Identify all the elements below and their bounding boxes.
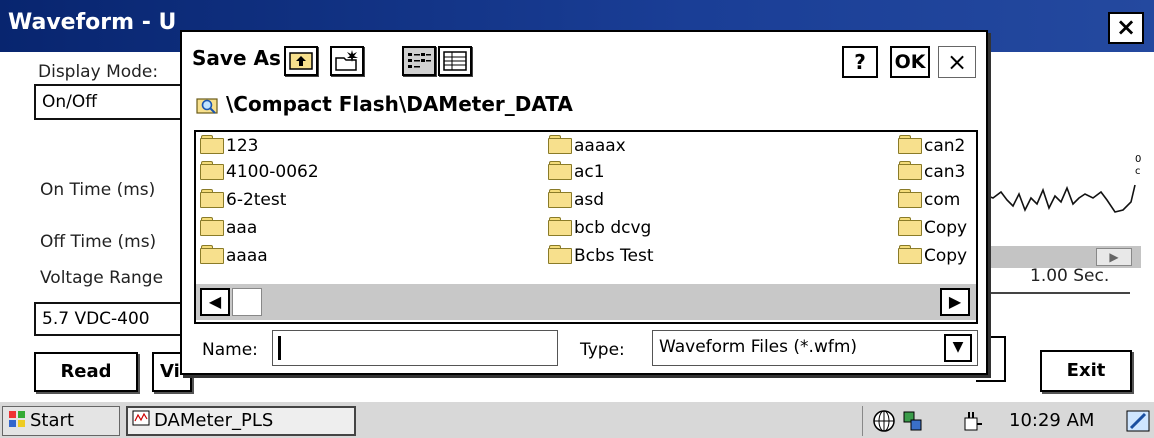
svg-text:c: c <box>1135 166 1141 177</box>
details-view-button[interactable] <box>438 46 472 76</box>
list-item[interactable]: 123 <box>200 134 258 158</box>
list-item[interactable]: com <box>898 188 960 212</box>
list-item[interactable]: aaaa <box>200 244 268 268</box>
folder-icon <box>200 135 224 154</box>
windows-logo-icon <box>9 411 25 427</box>
voltage-range-label: Voltage Range <box>40 268 164 288</box>
on-time-label: On Time (ms) <box>40 180 156 200</box>
scroll-thumb[interactable] <box>232 288 262 316</box>
chevron-down-icon[interactable]: ▼ <box>944 334 972 362</box>
up-folder-icon <box>289 52 313 70</box>
clock: 10:29 AM <box>1009 410 1095 431</box>
display-mode-select[interactable]: On/Off <box>34 84 194 120</box>
voltage-range-select[interactable]: 5.7 VDC-400 <box>34 302 194 336</box>
folder-icon <box>548 161 572 180</box>
exit-button[interactable]: Exit <box>1040 350 1132 392</box>
list-item[interactable]: ac1 <box>548 160 605 184</box>
off-time-label: Off Time (ms) <box>40 232 157 252</box>
folder-icon <box>200 161 224 180</box>
file-type-select[interactable]: Waveform Files (*.wfm) <box>652 330 978 366</box>
folder-icon <box>200 217 224 236</box>
folder-icon <box>898 217 922 236</box>
waveform-plot: 0 c <box>985 154 1141 213</box>
main-close-button[interactable]: × <box>1108 12 1144 44</box>
folder-icon <box>200 189 224 208</box>
timebase-scroll-right-button[interactable]: ▶ <box>1096 248 1132 266</box>
dialog-close-button[interactable]: × <box>938 46 976 78</box>
folder-icon <box>548 189 572 208</box>
scroll-right-button[interactable]: ▶ <box>940 288 970 316</box>
scroll-left-button[interactable]: ◀ <box>200 288 230 316</box>
read-button[interactable]: Read <box>34 352 138 392</box>
list-item[interactable]: bcb dcvg <box>548 216 651 240</box>
system-tray: 10:29 AM <box>862 406 1152 436</box>
list-item[interactable]: Copy <box>898 244 967 268</box>
folder-icon <box>548 245 572 264</box>
start-button[interactable]: Start <box>2 406 120 436</box>
name-label: Name: <box>202 340 258 360</box>
svg-text:0: 0 <box>1135 154 1141 165</box>
taskbar-app-label: DAMeter_PLS <box>154 410 274 431</box>
folder-icon <box>898 189 922 208</box>
desktop-icon[interactable] <box>1125 408 1151 434</box>
list-view-button[interactable] <box>402 46 436 76</box>
file-name-input[interactable] <box>272 330 558 366</box>
folder-icon <box>898 135 922 154</box>
list-item[interactable]: asd <box>548 188 604 212</box>
list-item[interactable]: can3 <box>898 160 965 184</box>
list-item[interactable]: 4100-0062 <box>200 160 319 184</box>
network-icon[interactable] <box>871 408 897 434</box>
horizontal-scrollbar[interactable]: ◀ ▶ <box>196 284 976 320</box>
save-as-dialog: Save As ? OK × \Compact Flash\DAMeter_DA… <box>180 30 988 375</box>
file-list[interactable]: 123 4100-0062 6-2test aaa aaaa aaaax ac1… <box>194 130 978 324</box>
list-view-icon <box>408 53 431 68</box>
list-item[interactable]: 6-2test <box>200 188 286 212</box>
current-path: \Compact Flash\DAMeter_DATA <box>226 92 573 116</box>
help-button[interactable]: ? <box>842 46 878 78</box>
type-label: Type: <box>580 340 625 360</box>
up-folder-button[interactable] <box>284 46 318 76</box>
folder-icon <box>898 245 922 264</box>
divider <box>985 292 1130 294</box>
folder-icon <box>548 217 572 236</box>
window-title: Waveform - U <box>8 10 177 35</box>
folder-icon <box>200 245 224 264</box>
display-mode-label: Display Mode: <box>38 62 159 82</box>
taskbar: Start DAMeter_PLS 10:29 AM <box>0 400 1154 438</box>
new-folder-icon <box>335 50 358 71</box>
list-item[interactable]: aaa <box>200 216 257 240</box>
details-view-icon <box>443 51 467 71</box>
list-item[interactable]: aaaax <box>548 134 626 158</box>
ok-button[interactable]: OK <box>890 46 930 78</box>
taskbar-app-button[interactable]: DAMeter_PLS <box>126 406 356 436</box>
text-caret <box>278 336 281 360</box>
power-icon[interactable] <box>959 408 985 434</box>
folder-icon <box>898 161 922 180</box>
dialog-title: Save As <box>192 46 281 70</box>
timebase-value: 1.00 Sec. <box>1030 266 1110 286</box>
list-item[interactable]: Copy <box>898 216 967 240</box>
new-folder-button[interactable] <box>330 46 364 76</box>
list-item[interactable]: can2 <box>898 134 965 158</box>
folder-search-icon <box>196 98 218 114</box>
connection-icon[interactable] <box>901 408 927 434</box>
start-label: Start <box>30 410 74 431</box>
list-item[interactable]: Bcbs Test <box>548 244 654 268</box>
folder-icon <box>548 135 572 154</box>
app-icon <box>132 410 150 426</box>
